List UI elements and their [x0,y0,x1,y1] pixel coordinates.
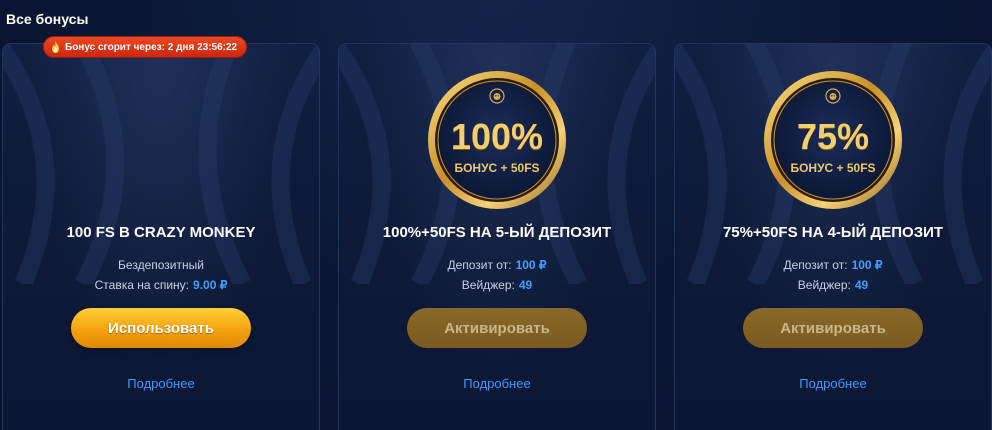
min-deposit-value: 100 ₽ [851,258,883,272]
bonus-card-crazy-monkey: 100 FS В CRAZY MONKEY Бездепозитный Став… [2,43,320,430]
activate-bonus-button[interactable]: Активировать [407,308,587,348]
bonus-title: 100%+50FS НА 5-ЫЙ ДЕПОЗИТ [382,224,612,241]
bet-per-spin: Ставка на спину: 9.00 ₽ [3,278,319,292]
min-deposit: Депозит от: 100 ₽ [339,258,655,272]
bonus-type: Бездепозитный [3,258,319,272]
details-link[interactable]: Подробнее [675,376,991,391]
bonus-type-label: Бездепозитный [118,258,204,272]
use-bonus-button[interactable]: Использовать [71,308,251,348]
expiry-timer-text: Бонус сгорит через: 2 дня 23:56:22 [65,41,238,53]
min-deposit: Депозит от: 100 ₽ [675,258,991,272]
bonus-medal: 100% БОНУС + 50FS [427,70,567,210]
activate-bonus-button[interactable]: Активировать [743,308,923,348]
medal-subtitle: БОНУС + 50FS [454,161,540,175]
details-link[interactable]: Подробнее [3,376,319,391]
expiry-timer-badge: Бонус сгорит через: 2 дня 23:56:22 [43,36,248,58]
min-deposit-label: Депозит от: [783,258,848,272]
bet-per-spin-label: Ставка на спину: [94,278,190,292]
wager-label: Вейджер: [797,278,851,292]
bonus-card-deposit-5: 100% БОНУС + 50FS 100%+50FS НА 5-ЫЙ ДЕПО… [338,43,656,430]
bonus-title: 100 FS В CRAZY MONKEY [66,224,256,241]
wager: Вейджер: 49 [339,278,655,292]
bet-per-spin-value: 9.00 ₽ [193,278,228,292]
lion-icon [825,88,841,104]
page-title: Все бонусы [6,11,89,27]
medal-percent: 100% [450,116,544,157]
min-deposit-label: Депозит от: [447,258,512,272]
wager-value: 49 [854,278,869,292]
medal-percent: 75% [796,116,870,157]
wager: Вейджер: 49 [675,278,991,292]
wager-value: 49 [518,278,533,292]
card-background-swirl [3,44,319,284]
medal-subtitle: БОНУС + 50FS [790,161,876,175]
bonuses-page: Все бонусы 100 FS В CRAZY MONKEY Бездепо… [0,0,992,430]
bonus-medal: 75% БОНУС + 50FS [763,70,903,210]
bonus-card-deposit-4: 75% БОНУС + 50FS 75%+50FS НА 4-ЫЙ ДЕПОЗИ… [674,43,992,430]
fire-icon [52,41,59,53]
wager-label: Вейджер: [461,278,515,292]
min-deposit-value: 100 ₽ [515,258,547,272]
lion-icon [489,88,505,104]
details-link[interactable]: Подробнее [339,376,655,391]
bonus-title: 75%+50FS НА 4-ЫЙ ДЕПОЗИТ [722,224,944,241]
